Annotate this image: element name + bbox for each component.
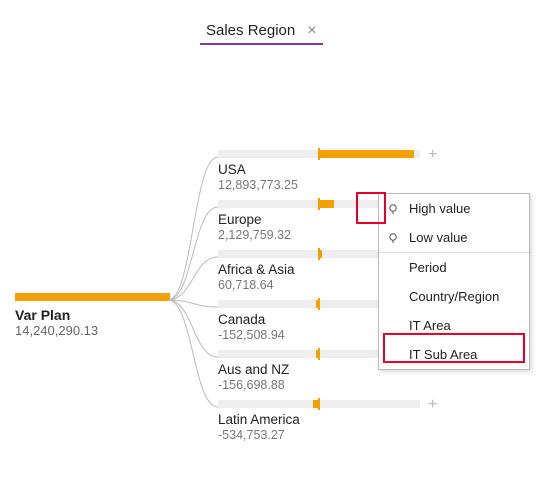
child-value: 60,718.64 bbox=[218, 278, 274, 292]
menu-item[interactable]: High value bbox=[379, 194, 529, 223]
bar-fill bbox=[320, 250, 322, 258]
menu-item[interactable]: IT Area bbox=[379, 311, 529, 340]
breakdown-header: Sales Region × bbox=[200, 20, 323, 45]
menu-item[interactable]: Period bbox=[379, 252, 529, 282]
child-label: Africa & Asia bbox=[218, 262, 295, 277]
menu-item-label: High value bbox=[409, 201, 470, 216]
menu-item-label: IT Area bbox=[409, 318, 451, 333]
menu-item[interactable]: IT Sub Area bbox=[379, 340, 529, 369]
bar-fill bbox=[316, 350, 318, 358]
bar-track bbox=[218, 400, 318, 408]
bar-track bbox=[218, 150, 318, 158]
bar-fill bbox=[313, 400, 318, 408]
menu-item-label: Country/Region bbox=[409, 289, 499, 304]
root-value: 14,240,290.13 bbox=[15, 323, 170, 338]
zero-tick bbox=[318, 298, 320, 310]
zero-tick bbox=[318, 348, 320, 360]
child-label: Latin America bbox=[218, 412, 300, 427]
child-value: -156,698.88 bbox=[218, 378, 285, 392]
menu-item-label: Period bbox=[409, 260, 447, 275]
expand-icon[interactable]: + bbox=[428, 146, 437, 164]
child-value: 2,129,759.32 bbox=[218, 228, 291, 242]
menu-item[interactable]: Low value bbox=[379, 223, 529, 252]
bulb-icon bbox=[387, 232, 399, 244]
root-node[interactable]: Var Plan 14,240,290.13 bbox=[15, 293, 170, 338]
menu-item-label: Low value bbox=[409, 230, 468, 245]
breakdown-title: Sales Region bbox=[206, 22, 295, 39]
close-icon[interactable]: × bbox=[307, 23, 316, 39]
root-bar bbox=[15, 293, 170, 301]
child-label: USA bbox=[218, 162, 246, 177]
child-value: -152,508.94 bbox=[218, 328, 285, 342]
tree-connectors bbox=[168, 152, 218, 452]
context-menu: High value Low value Period Country/Region I… bbox=[378, 193, 530, 370]
bar-track bbox=[218, 250, 318, 258]
bar-fill bbox=[320, 150, 414, 158]
menu-item-label: IT Sub Area bbox=[409, 347, 477, 362]
bar-track bbox=[218, 200, 318, 208]
zero-tick bbox=[318, 398, 320, 410]
menu-item[interactable]: Country/Region bbox=[379, 282, 529, 311]
child-label: Europe bbox=[218, 212, 262, 227]
child-label: Aus and NZ bbox=[218, 362, 289, 377]
bar-track bbox=[218, 300, 318, 308]
expand-icon[interactable]: + bbox=[428, 396, 437, 414]
bar-fill bbox=[320, 200, 334, 208]
child-label: Canada bbox=[218, 312, 265, 327]
bar-track bbox=[320, 400, 420, 408]
bulb-icon bbox=[387, 203, 399, 215]
child-value: 12,893,773.25 bbox=[218, 178, 298, 192]
bar-track bbox=[218, 350, 318, 358]
child-value: -534,753.27 bbox=[218, 428, 285, 442]
child-node[interactable]: +Latin America-534,753.27 bbox=[218, 400, 528, 450]
bar-fill bbox=[316, 300, 318, 308]
root-label: Var Plan bbox=[15, 307, 170, 323]
